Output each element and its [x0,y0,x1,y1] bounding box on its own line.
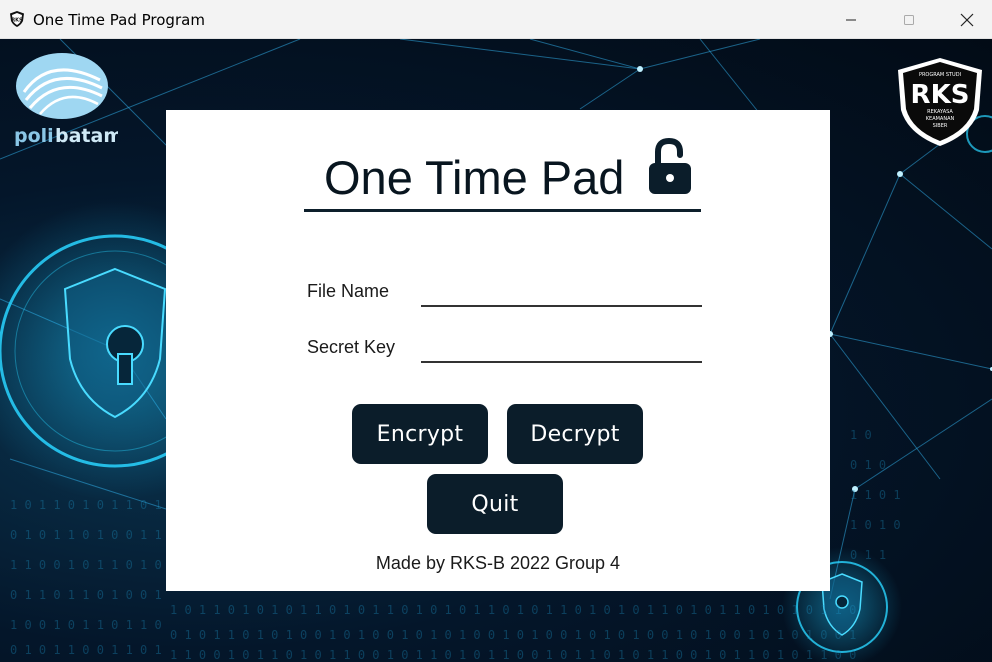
heading-underline [304,209,701,212]
svg-text:1 1 0 0 1 0 1 1 0 1 0 1 1 0 0: 1 1 0 0 1 0 1 1 0 1 0 1 1 0 0 1 0 1 1 0 … [170,648,856,662]
svg-text:1 1 0 1: 1 1 0 1 [850,488,901,502]
minimize-icon [846,19,856,20]
maximize-button[interactable] [880,0,938,39]
file-name-input[interactable] [421,281,702,307]
svg-text:0 1 0: 0 1 0 [850,458,886,472]
rks-logo: PROGRAM STUDI RKS REKAYASA KEAMANAN SIBE… [896,56,984,148]
close-button[interactable] [938,0,992,39]
title-bar: RKS One Time Pad Program [0,0,992,39]
window-title: One Time Pad Program [33,11,205,29]
svg-text:REKAYASA: REKAYASA [927,109,953,115]
secret-key-label: Secret Key [307,337,396,357]
svg-text:1 0 1 1 0 1 0 1 1 0 1: 1 0 1 1 0 1 0 1 1 0 1 [10,498,162,512]
close-icon [960,13,974,26]
app-heading: One Time Pad [324,151,625,204]
svg-text:batam: batam [55,125,118,147]
secret-key-input[interactable] [421,337,702,363]
minimize-button[interactable] [822,0,880,39]
svg-text:1 0 1 0: 1 0 1 0 [850,518,901,532]
polibatam-logo: poli batam [10,50,123,150]
svg-text:PROGRAM STUDI: PROGRAM STUDI [919,72,961,78]
svg-text:RKS: RKS [911,80,970,110]
svg-text:poli: poli [14,125,54,147]
svg-text:RKS: RKS [11,18,23,24]
rks-shield-icon: RKS [10,11,24,27]
svg-text:0 1 1 0 1 1 0 1 0 0 1: 0 1 1 0 1 1 0 1 0 0 1 [10,588,162,602]
svg-text:0 1 0 1 1 0 1 0 1 0 0 1 0 1 0: 0 1 0 1 1 0 1 0 1 0 0 1 0 1 0 0 1 0 1 0 … [170,628,856,642]
svg-text:0 1 1: 0 1 1 [850,548,886,562]
lock-open-icon [649,138,691,194]
encrypt-button[interactable]: Encrypt [352,404,488,464]
credits-text: Made by RKS-B 2022 Group 4 [375,553,621,573]
svg-text:1 1 0 0 1 0 1 1 0 1 0: 1 1 0 0 1 0 1 1 0 1 0 [10,558,162,572]
svg-text:1 0: 1 0 [850,428,872,442]
decrypt-button[interactable]: Decrypt [507,404,643,464]
quit-button[interactable]: Quit [427,474,563,534]
svg-text:KEAMANAN: KEAMANAN [926,116,955,122]
svg-text:SIBER: SIBER [933,123,948,129]
svg-text:0 1 0 1 1 0 0 1 1 0 1: 0 1 0 1 1 0 0 1 1 0 1 [10,643,162,657]
main-card: One Time Pad File Name Secret Key Encryp… [166,110,830,591]
maximize-icon [904,14,914,25]
svg-text:1 0 0 1 0 1 1 0 1 1 0: 1 0 0 1 0 1 1 0 1 1 0 [10,618,162,632]
svg-text:1 0 1 1 0 1 0 1 0 1 1 0 1 0 1: 1 0 1 1 0 1 0 1 0 1 1 0 1 0 1 1 0 1 0 1 … [170,603,856,617]
svg-text:0 1 0 1 1 0 1 0 0 1 1: 0 1 0 1 1 0 1 0 0 1 1 [10,528,162,542]
file-name-label: File Name [307,281,390,301]
